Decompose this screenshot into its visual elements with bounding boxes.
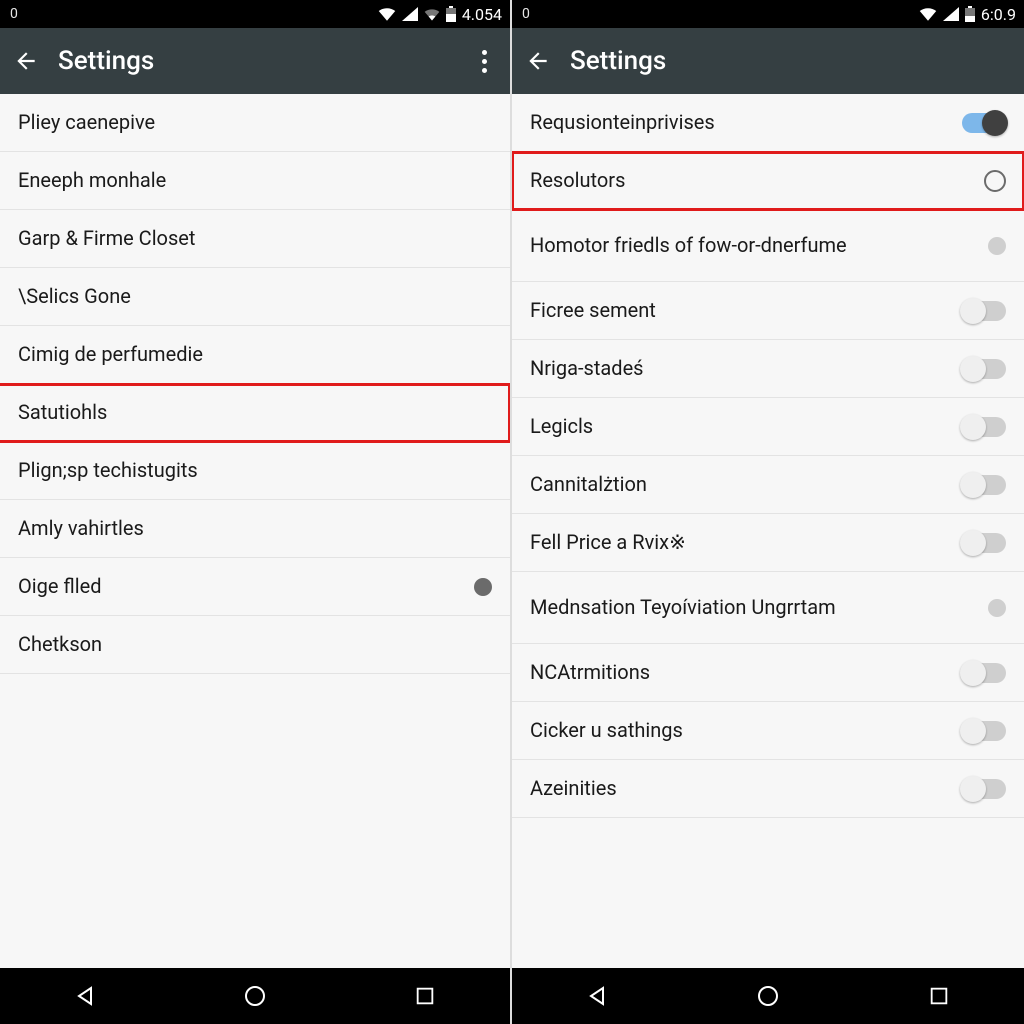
screenshot-pair: 0 4.054 Settings <box>0 0 1024 1024</box>
dot-icon <box>482 50 487 55</box>
settings-row-label: Eneeph monhale <box>18 168 166 193</box>
dot-icon <box>482 59 487 64</box>
settings-row-label: Fell Price a Rvix※ <box>530 530 686 555</box>
settings-row-label: Cannitalżtion <box>530 472 647 497</box>
app-bar: Settings <box>0 28 510 94</box>
settings-row[interactable]: Cimig de perfumedie <box>0 326 510 384</box>
settings-row[interactable]: Resolutors <box>512 152 1024 210</box>
screen-right: 0 6:0.9 Settings Requsionteinprivises Res… <box>512 0 1024 1024</box>
settings-row[interactable]: Mednsation Teyoíviation Ungrrtam <box>512 572 1024 644</box>
status-left-indicator: 0 <box>8 6 18 22</box>
settings-row[interactable]: Garp & Firme Closet <box>0 210 510 268</box>
settings-row[interactable]: Pliey caenepive <box>0 94 510 152</box>
settings-row-label: Cicker u sathings <box>530 718 683 743</box>
toggle-switch[interactable] <box>962 663 1006 683</box>
wifi-icon <box>378 7 396 21</box>
settings-row-label: Satutiohls <box>18 400 107 425</box>
toggle-switch[interactable] <box>962 359 1006 379</box>
page-title: Settings <box>570 46 1012 76</box>
settings-row[interactable]: Ficree sement <box>512 282 1024 340</box>
indicator-dot <box>474 578 492 596</box>
status-left-indicator: 0 <box>520 6 530 22</box>
settings-row-label: NCAtrmitions <box>530 660 650 685</box>
status-time: 6:0.9 <box>981 5 1016 24</box>
settings-row[interactable]: NCAtrmitions <box>512 644 1024 702</box>
cell-signal-icon <box>943 7 959 21</box>
settings-row[interactable]: Satutiohls <box>0 384 510 442</box>
settings-row-label: Cimig de perfumedie <box>18 342 203 367</box>
toggle-switch[interactable] <box>962 475 1006 495</box>
navigation-bar <box>512 968 1024 1024</box>
settings-row[interactable]: Amly vahirtles <box>0 500 510 558</box>
battery-icon <box>965 6 975 22</box>
status-bar: 0 4.054 <box>0 0 510 28</box>
nav-home-button[interactable] <box>171 984 339 1008</box>
toggle-switch[interactable] <box>962 533 1006 553</box>
wifi-weak-icon <box>424 8 440 21</box>
settings-row[interactable]: Azeinities <box>512 760 1024 818</box>
battery-icon <box>446 6 456 22</box>
settings-row[interactable]: Plign;sp techistugits <box>0 442 510 500</box>
settings-row-label: Resolutors <box>530 168 625 193</box>
screen-left: 0 4.054 Settings <box>0 0 512 1024</box>
settings-row-label: \Selics Gone <box>18 284 131 309</box>
back-button[interactable] <box>524 47 552 75</box>
settings-row[interactable]: Eneeph monhale <box>0 152 510 210</box>
settings-row-label: Plign;sp techistugits <box>18 458 198 483</box>
wifi-icon <box>919 7 937 21</box>
nav-back-button[interactable] <box>513 984 682 1008</box>
app-bar: Settings <box>512 28 1024 94</box>
settings-row-label: Homotor friedls of fow-or-dnerfume <box>530 233 847 258</box>
nav-back-button[interactable] <box>1 984 169 1008</box>
settings-row[interactable]: Fell Price a Rvix※ <box>512 514 1024 572</box>
nav-recent-button[interactable] <box>341 985 509 1007</box>
indicator-dot <box>988 599 1006 617</box>
toggle-switch[interactable] <box>962 113 1006 133</box>
settings-row-label: Nriga-stadeś <box>530 356 644 381</box>
settings-row-label: Chetkson <box>18 632 102 657</box>
settings-row-label: Legicls <box>530 414 593 439</box>
navigation-bar <box>0 968 510 1024</box>
toggle-switch[interactable] <box>962 779 1006 799</box>
settings-list[interactable]: Requsionteinprivises Resolutors Homotor fr… <box>512 94 1024 968</box>
nav-home-button[interactable] <box>684 984 853 1008</box>
status-time: 4.054 <box>462 5 502 24</box>
radio-button[interactable] <box>984 170 1006 192</box>
nav-recent-button[interactable] <box>854 985 1023 1007</box>
toggle-switch[interactable] <box>962 417 1006 437</box>
overflow-menu-button[interactable] <box>470 50 498 73</box>
settings-row[interactable]: Requsionteinprivises <box>512 94 1024 152</box>
settings-row[interactable]: \Selics Gone <box>0 268 510 326</box>
back-button[interactable] <box>12 47 40 75</box>
page-title: Settings <box>58 46 452 76</box>
settings-row-label: Requsionteinprivises <box>530 110 715 135</box>
settings-row-label: Amly vahirtles <box>18 516 144 541</box>
settings-row-label: Oige flled <box>18 574 102 599</box>
settings-row[interactable]: Oige flled <box>0 558 510 616</box>
settings-row-label: Mednsation Teyoíviation Ungrrtam <box>530 595 836 620</box>
settings-row-label: Garp & Firme Closet <box>18 226 195 251</box>
status-bar: 0 6:0.9 <box>512 0 1024 28</box>
settings-row[interactable]: Legicls <box>512 398 1024 456</box>
settings-row[interactable]: Nriga-stadeś <box>512 340 1024 398</box>
settings-row[interactable]: Cannitalżtion <box>512 456 1024 514</box>
settings-row-label: Azeinities <box>530 776 617 801</box>
settings-row-label: Ficree sement <box>530 298 656 323</box>
settings-row[interactable]: Chetkson <box>0 616 510 674</box>
toggle-switch[interactable] <box>962 721 1006 741</box>
dot-icon <box>482 68 487 73</box>
settings-list[interactable]: Pliey caenepive Eneeph monhale Garp & Firm… <box>0 94 510 968</box>
settings-row[interactable]: Homotor friedls of fow-or-dnerfume <box>512 210 1024 282</box>
settings-row-label: Pliey caenepive <box>18 110 155 135</box>
cell-signal-icon <box>402 7 418 21</box>
toggle-switch[interactable] <box>962 301 1006 321</box>
settings-row[interactable]: Cicker u sathings <box>512 702 1024 760</box>
indicator-dot <box>988 237 1006 255</box>
